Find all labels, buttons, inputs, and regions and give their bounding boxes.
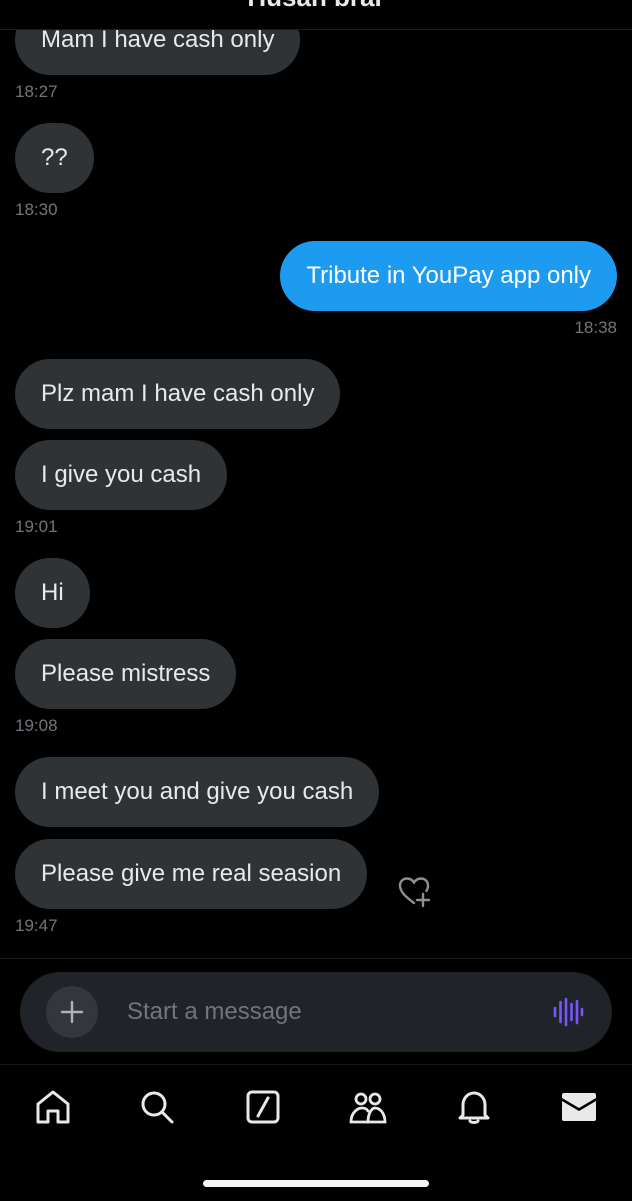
- grok-icon[interactable]: [243, 1087, 283, 1127]
- search-icon[interactable]: [137, 1087, 177, 1127]
- message-bubble-received[interactable]: Please mistress: [15, 639, 237, 709]
- home-indicator[interactable]: [203, 1180, 429, 1187]
- conversation-title[interactable]: Husan brar: [0, 0, 632, 12]
- add-attachment-button[interactable]: [46, 986, 98, 1038]
- message-bubble-sent[interactable]: Tribute in YouPay app only: [280, 241, 617, 311]
- message-timestamp: 19:47: [15, 916, 58, 935]
- message-bubble-received[interactable]: I meet you and give you cash: [15, 757, 380, 827]
- message-bubble-received[interactable]: I give you cash: [15, 440, 228, 510]
- notifications-icon[interactable]: [454, 1087, 494, 1127]
- message-bubble-received[interactable]: ??: [15, 123, 94, 193]
- composer-divider: [0, 958, 632, 959]
- message-timestamp: 18:30: [15, 200, 58, 219]
- message-bubble-received[interactable]: Plz mam I have cash only: [15, 359, 341, 429]
- message-bubble-received[interactable]: Please give me real seasion: [15, 839, 368, 909]
- heart-plus-icon[interactable]: [397, 874, 433, 910]
- plus-icon: [60, 1000, 84, 1024]
- message-timestamp: 19:08: [15, 716, 58, 735]
- message-input[interactable]: Start a message: [127, 972, 302, 1052]
- message-timestamp: 18:27: [15, 82, 58, 101]
- home-icon[interactable]: [33, 1087, 73, 1127]
- message-timestamp: 19:01: [15, 517, 58, 536]
- message-timestamp: 18:38: [574, 318, 617, 337]
- header-divider: [0, 29, 632, 30]
- message-bubble-received[interactable]: Hi: [15, 558, 90, 628]
- communities-icon[interactable]: [348, 1087, 388, 1127]
- messages-icon[interactable]: [559, 1087, 599, 1127]
- conversation-header: Husan brar: [0, 0, 632, 30]
- message-composer: Start a message: [20, 972, 612, 1052]
- voice-waveform-icon[interactable]: [552, 996, 584, 1033]
